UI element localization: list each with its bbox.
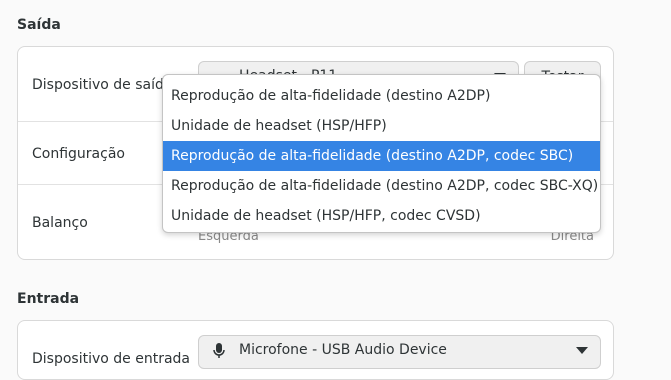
input-device-value: Microfone - USB Audio Device xyxy=(239,342,447,358)
menu-item[interactable]: Unidade de headset (HSP/HFP) xyxy=(163,111,600,141)
menu-item[interactable]: Unidade de headset (HSP/HFP, codec CVSD) xyxy=(163,201,600,231)
input-section-title: Entrada xyxy=(17,291,80,307)
input-device-label: Dispositivo de entrada xyxy=(32,351,191,367)
menu-item[interactable]: Reprodução de alta-fidelidade (destino A… xyxy=(163,81,600,111)
config-label: Configuração xyxy=(32,146,125,162)
configuration-popover: Reprodução de alta-fidelidade (destino A… xyxy=(162,74,601,233)
balance-label: Balanço xyxy=(32,215,88,231)
input-card: Dispositivo de entrada Microfone - USB A… xyxy=(17,320,614,380)
chevron-down-icon xyxy=(576,347,588,354)
menu-item[interactable]: Reprodução de alta-fidelidade (destino A… xyxy=(163,171,600,201)
output-section-title: Saída xyxy=(17,17,61,33)
input-device-dropdown[interactable]: Microfone - USB Audio Device xyxy=(198,335,601,369)
menu-item-selected[interactable]: Reprodução de alta-fidelidade (destino A… xyxy=(163,141,600,171)
microphone-icon xyxy=(213,342,225,364)
output-device-label: Dispositivo de saída xyxy=(32,77,173,93)
